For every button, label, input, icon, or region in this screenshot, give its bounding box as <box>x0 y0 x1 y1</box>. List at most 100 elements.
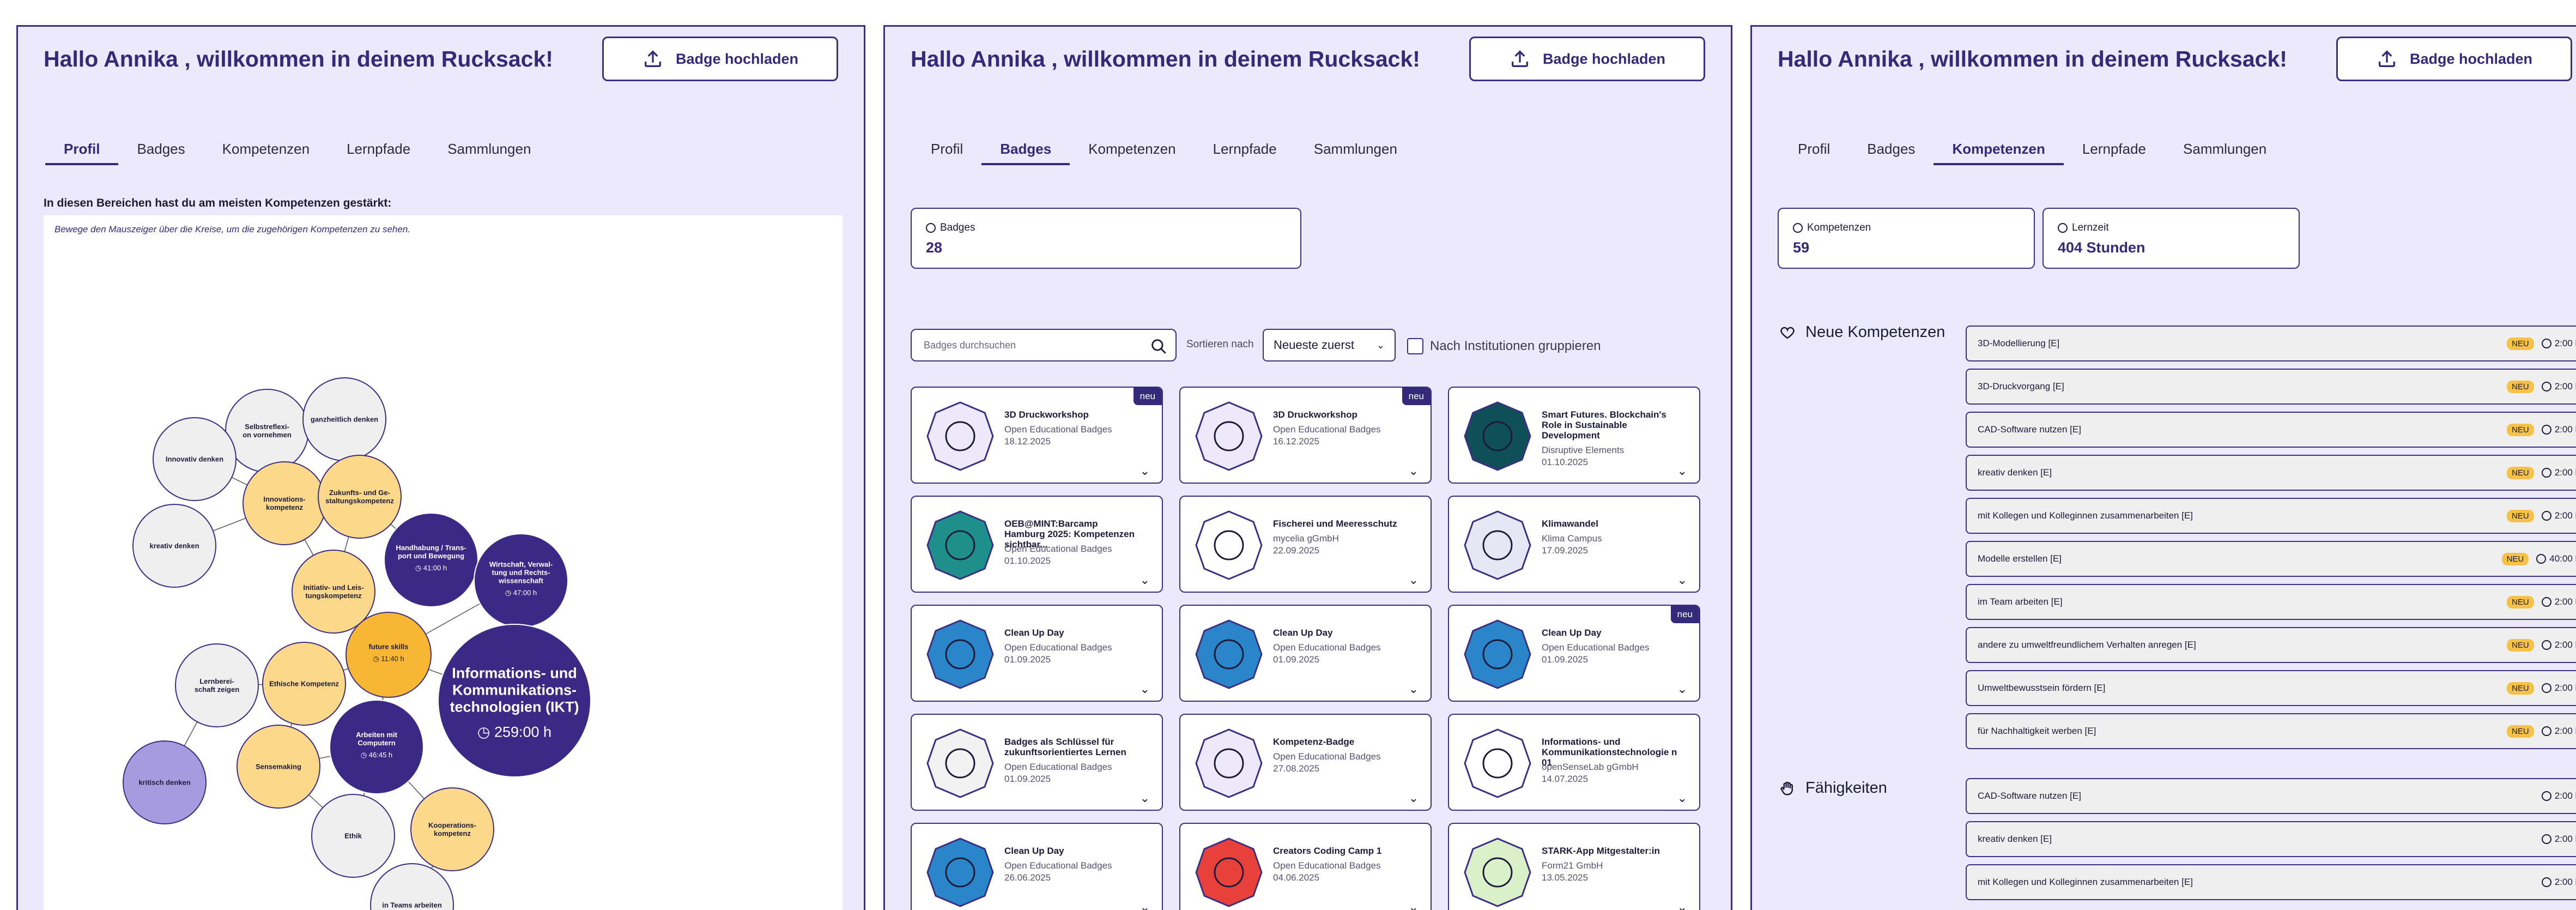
badge-card[interactable]: STARK-App Mitgestalter:in Form21 GmbH 13.0… <box>1448 823 1700 910</box>
checkbox-box[interactable] <box>1407 338 1423 354</box>
badge-card[interactable]: Clean Up Day Open Educational Badges 01.09… <box>1448 605 1700 702</box>
upload-badge-button[interactable]: Badge hochladen <box>1469 37 1705 81</box>
competence-bubble[interactable]: Sensemaking <box>237 725 320 809</box>
badge-card[interactable]: Smart Futures. Blockchain's Role in Sust… <box>1448 387 1700 484</box>
competence-time: 2:00 h <box>2541 381 2576 392</box>
tab-kompetenzen[interactable]: Kompetenzen <box>1070 138 1194 165</box>
chevron-down-icon[interactable]: ⌄ <box>1677 464 1687 478</box>
badge-card[interactable]: Clean Up Day Open Educational Badges 01.09… <box>1179 605 1432 702</box>
tab-profil[interactable]: Profil <box>1779 138 1848 165</box>
competence-bubble[interactable]: Lernberei-schaft zeigen <box>175 643 259 727</box>
competence-bubble[interactable]: Selbstreflexi-on vornehmen <box>225 389 309 473</box>
chevron-down-icon[interactable]: ⌄ <box>1677 682 1687 696</box>
competence-row[interactable]: CAD-Software nutzen [E] 2:00 h <box>1966 778 2576 814</box>
group-by-institution-checkbox[interactable]: Nach Institutionen gruppieren <box>1407 338 1601 354</box>
badge-issuer: Open Educational Badges <box>1004 544 1112 554</box>
tab-profil[interactable]: Profil <box>45 138 119 165</box>
competence-bubble[interactable]: Ethik <box>311 794 395 878</box>
badge-card[interactable]: Fischerei und Meeresschutz mycelia gGmbH 2… <box>1179 496 1432 593</box>
competence-row[interactable]: 3D-Modellierung [E] NEU 2:00 h <box>1966 326 2576 361</box>
badge-card[interactable]: Clean Up Day Open Educational Badges 26.06… <box>911 823 1163 910</box>
chevron-down-icon[interactable]: ⌄ <box>1677 573 1687 587</box>
key-icon <box>926 728 995 799</box>
upload-badge-label: Badge hochladen <box>2409 50 2533 67</box>
competence-row[interactable]: Umweltbewusstsein fördern [E] NEU 2:00 h <box>1966 670 2576 706</box>
competence-time-value: 2:00 h <box>2554 467 2576 478</box>
chevron-down-icon[interactable]: ⌄ <box>1409 791 1419 805</box>
upload-badge-button[interactable]: Badge hochladen <box>602 37 838 81</box>
clock-icon <box>2541 726 2551 736</box>
chevron-down-icon[interactable]: ⌄ <box>1140 573 1150 587</box>
competence-bubble[interactable]: in Teams arbeiten <box>370 863 454 910</box>
tab-sammlungen[interactable]: Sammlungen <box>1295 138 1416 165</box>
clock-icon <box>2541 597 2551 607</box>
badges-panel: Hallo Annika , willkommen in deinem Ruck… <box>883 25 1732 910</box>
clock-icon <box>2541 425 2551 435</box>
clock-icon <box>2541 877 2551 887</box>
chevron-down-icon[interactable]: ⌄ <box>1140 464 1150 478</box>
tab-badges[interactable]: Badges <box>118 138 203 165</box>
badge-card[interactable]: OEB@MINT:Barcamp Hamburg 2025: Kompetenz… <box>911 496 1163 593</box>
chevron-down-icon[interactable]: ⌄ <box>1677 900 1687 910</box>
chevron-down-icon[interactable]: ⌄ <box>1140 791 1150 805</box>
upload-icon <box>644 50 661 67</box>
competence-bubble[interactable]: ganzheitlich denken <box>302 377 386 461</box>
competence-row[interactable]: Modelle erstellen [E] NEU 40:00 h <box>1966 541 2576 577</box>
badge-card[interactable]: Badges als Schlüssel für zukunftsorienti… <box>911 714 1163 811</box>
competence-row[interactable]: kreativ denken [E] NEU 2:00 h <box>1966 455 2576 491</box>
tab-profil[interactable]: Profil <box>912 138 981 165</box>
competence-row[interactable]: für Nachhaltigkeit werben [E] NEU 2:00 h <box>1966 713 2576 749</box>
competence-bubble[interactable]: Handhabung / Trans-port und Bewegung ◷ 41… <box>384 513 478 607</box>
competence-bubble[interactable]: Arbeiten mitComputern ◷ 46:45 h <box>329 700 424 794</box>
competence-bubble-chart: Bewege den Mauszeiger über die Kreise, u… <box>44 215 842 910</box>
badge-search-input[interactable]: Badges durchsuchen <box>911 329 1177 361</box>
badge-card[interactable]: Informations- und Kommunikationstechnolo… <box>1448 714 1700 811</box>
tab-badges[interactable]: Badges <box>981 138 1070 165</box>
competence-time: 40:00 h <box>2536 553 2576 564</box>
badge-card[interactable]: Clean Up Day Open Educational Badges 01.09… <box>911 605 1163 702</box>
sort-select[interactable]: Neueste zuerst ⌄ <box>1263 329 1396 361</box>
badge-card[interactable]: Kompetenz-Badge Open Educational Badges 27… <box>1179 714 1432 811</box>
tab-sammlungen[interactable]: Sammlungen <box>429 138 549 165</box>
chevron-down-icon[interactable]: ⌄ <box>1677 791 1687 805</box>
badge-title: 3D Druckworkshop <box>1004 409 1089 420</box>
competence-bubble[interactable]: future skills ◷ 11:40 h <box>346 612 432 698</box>
upload-badge-button[interactable]: Badge hochladen <box>2336 37 2572 81</box>
competence-bubble[interactable]: Zukunfts- und Ge-staltungskompetenz <box>318 455 402 539</box>
chevron-down-icon[interactable]: ⌄ <box>1409 900 1419 910</box>
competence-row[interactable]: 3D-Druckvorgang [E] NEU 2:00 h <box>1966 369 2576 405</box>
4k-icon <box>1195 728 1263 799</box>
tab-lernpfade[interactable]: Lernpfade <box>1195 138 1295 165</box>
badge-card[interactable]: 3D Druckworkshop Open Educational Badges 1… <box>1179 387 1432 484</box>
competence-bubble[interactable]: Innovations-kompetenz <box>243 461 326 545</box>
competence-row[interactable]: andere zu umweltfreundlichem Verhalten a… <box>1966 627 2576 663</box>
competence-bubble[interactable]: Wirtschaft, Verwal-tung und Rechts-wisse… <box>474 533 568 628</box>
tab-kompetenzen[interactable]: Kompetenzen <box>204 138 328 165</box>
competence-bubble[interactable]: Kooperations-kompetenz <box>410 787 494 871</box>
chevron-down-icon[interactable]: ⌄ <box>1409 464 1419 478</box>
tab-sammlungen[interactable]: Sammlungen <box>2165 138 2285 165</box>
tab-badges[interactable]: Badges <box>1848 138 1933 165</box>
badge-card[interactable]: 3D Druckworkshop Open Educational Badges 1… <box>911 387 1163 484</box>
competence-row[interactable]: im Team arbeiten [E] NEU 2:00 h <box>1966 584 2576 620</box>
competence-bubble[interactable]: Innovativ denken <box>153 417 237 501</box>
chevron-down-icon[interactable]: ⌄ <box>1140 682 1150 696</box>
competence-row[interactable]: mit Kollegen und Kolleginnen zusammenarb… <box>1966 498 2576 534</box>
competence-bubble[interactable]: Ethische Kompetenz <box>262 642 346 726</box>
competence-bubble[interactable]: Informations- undKommunikations-technolo… <box>438 624 591 778</box>
competence-name: CAD-Software nutzen [E] <box>1978 424 2081 435</box>
chevron-down-icon[interactable]: ⌄ <box>1140 900 1150 910</box>
chevron-down-icon[interactable]: ⌄ <box>1409 682 1419 696</box>
badge-card[interactable]: Creators Coding Camp 1 Open Educational B… <box>1179 823 1432 910</box>
competence-row[interactable]: kreativ denken [E] 2:00 h <box>1966 821 2576 857</box>
tab-lernpfade[interactable]: Lernpfade <box>2064 138 2165 165</box>
competence-bubble[interactable]: kreativ denken <box>132 504 216 588</box>
competence-bubble[interactable]: kritisch denken <box>123 740 207 824</box>
skills-label: Fähigkeiten <box>1805 779 1887 797</box>
chevron-down-icon[interactable]: ⌄ <box>1409 573 1419 587</box>
competence-row[interactable]: CAD-Software nutzen [E] NEU 2:00 h <box>1966 412 2576 448</box>
competence-row[interactable]: mit Kollegen und Kolleginnen zusammenarb… <box>1966 864 2576 900</box>
tab-lernpfade[interactable]: Lernpfade <box>328 138 429 165</box>
badge-card[interactable]: Klimawandel Klima Campus 17.09.2025 ⌄ <box>1448 496 1700 593</box>
tab-kompetenzen[interactable]: Kompetenzen <box>1933 138 2064 165</box>
